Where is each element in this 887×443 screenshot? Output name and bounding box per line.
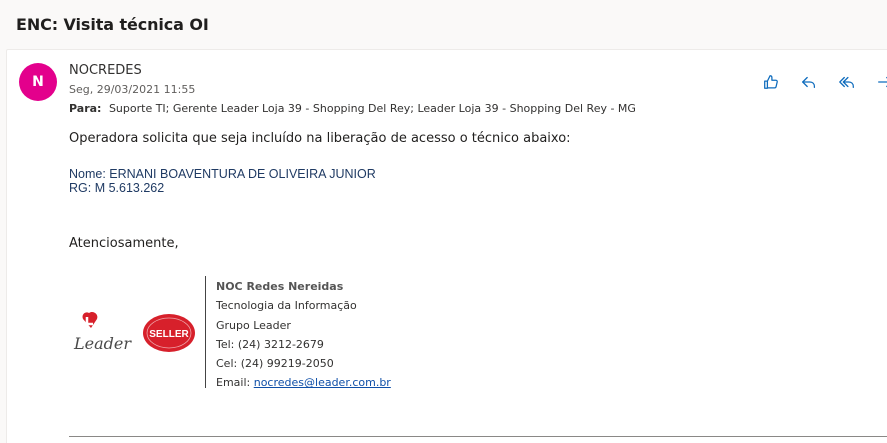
signature-cel: Cel: (24) 99219-2050 [216,357,334,371]
sender-name[interactable]: NOCREDES [69,63,142,78]
message-actions [760,72,887,92]
recipients-row: Para: Suporte TI; Gerente Leader Loja 39… [69,102,636,115]
subject-bar: ENC: Visita técnica OI [0,0,887,50]
email-subject: ENC: Visita técnica OI [16,15,209,34]
technician-name: Nome: ERNANI BOAVENTURA DE OLIVEIRA JUNI… [69,167,376,181]
avatar[interactable]: N [19,63,57,101]
to-label: Para: [69,102,102,115]
reply-all-icon [839,76,854,89]
reply-icon [802,76,816,89]
closing: Atenciosamente, [69,236,179,251]
seller-logo-text: SELLER [149,329,189,340]
signature-divider [205,276,206,388]
body-intro: Operadora solicita que seja incluído na … [69,131,571,146]
signature-group: Grupo Leader [216,318,291,332]
leader-logo-text: Leader [73,334,132,353]
signature-tel: Tel: (24) 3212-2679 [216,337,324,351]
thumbs-up-icon [764,75,778,89]
forward-icon [878,76,887,88]
message-date: Seg, 29/03/2021 11:55 [69,83,196,96]
signature-org: NOC Redes Nereidas [216,280,344,293]
bottom-divider [69,436,887,437]
like-button[interactable] [760,72,782,92]
signature-logos: Leader SELLER [72,309,202,359]
signature-dept: Tecnologia da Informação [216,299,357,313]
technician-info: Nome: ERNANI BOAVENTURA DE OLIVEIRA JUNI… [69,167,376,195]
signature-email-label: Email: [216,376,251,390]
technician-rg: RG: M 5.613.262 [69,181,165,195]
leader-logo: Leader SELLER [73,311,195,353]
reply-all-button[interactable] [836,72,858,92]
to-recipients[interactable]: Suporte TI; Gerente Leader Loja 39 - Sho… [109,102,636,115]
reply-button[interactable] [798,72,820,92]
forward-button[interactable] [874,72,887,92]
signature-block: NOC Redes Nereidas Tecnologia da Informa… [216,277,391,393]
signature-email-link[interactable]: nocredes@leader.com.br [254,376,391,389]
signature-email-row: Email: nocredes@leader.com.br [216,373,391,392]
